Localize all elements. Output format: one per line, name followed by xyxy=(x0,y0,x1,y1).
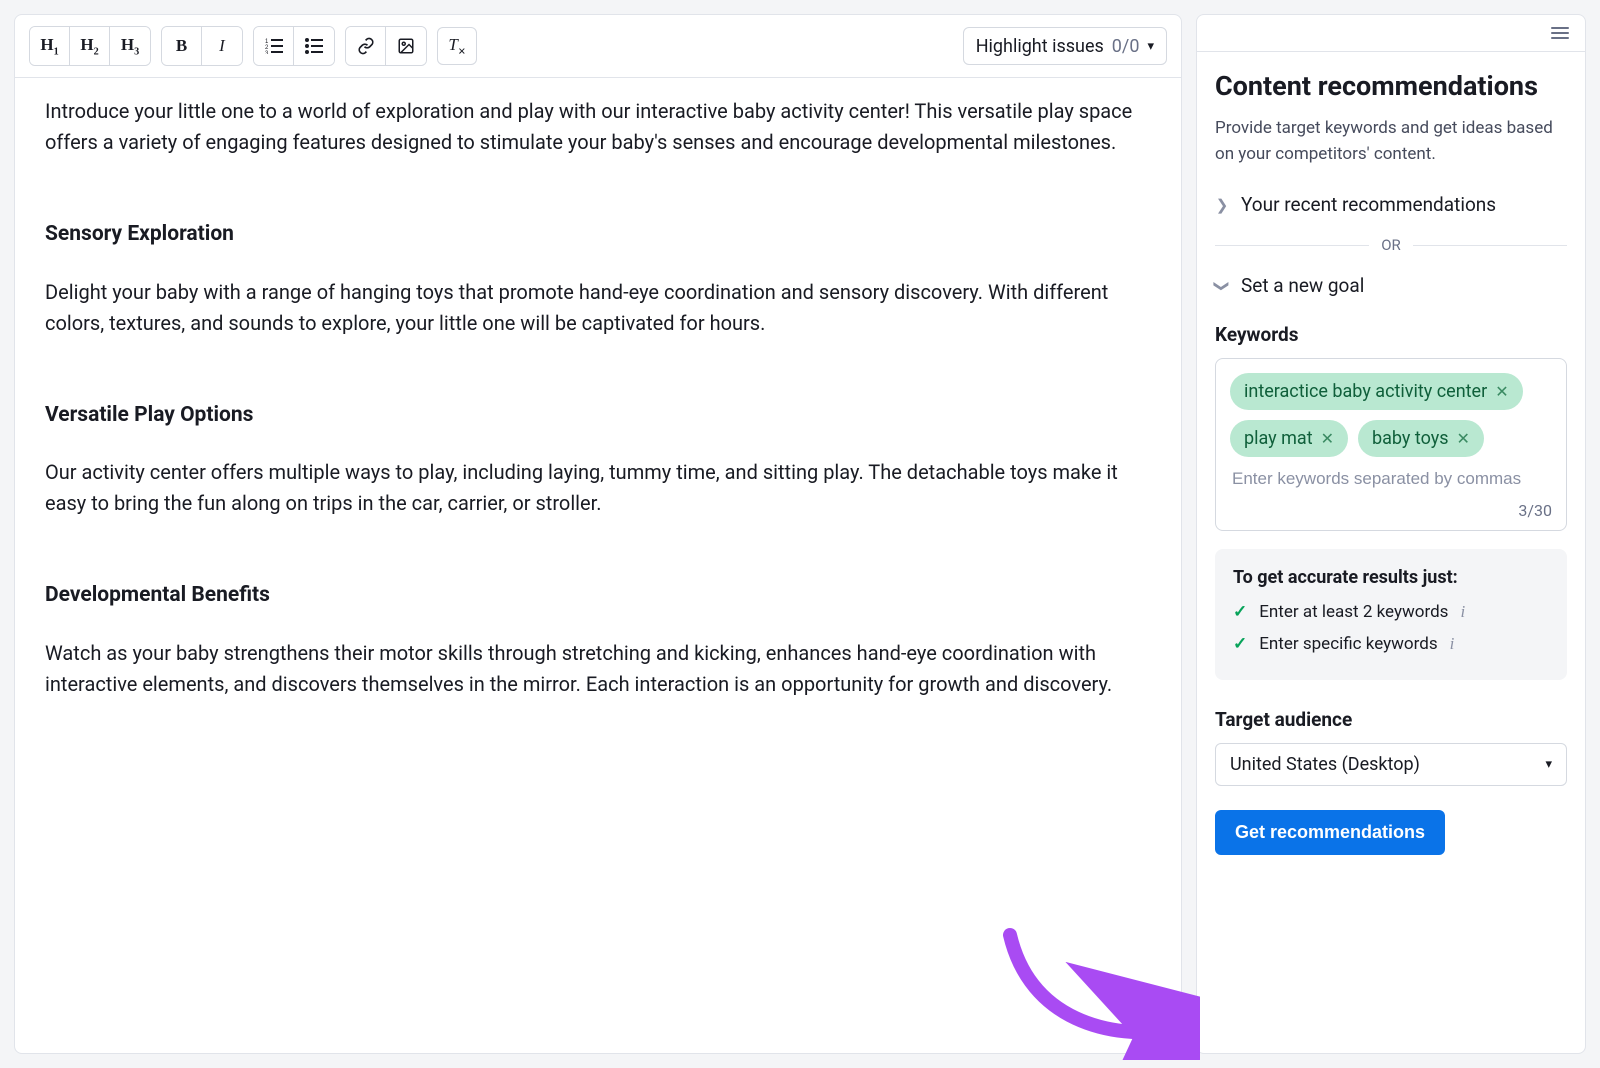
keyword-tag-label: interactice baby activity center xyxy=(1244,381,1487,402)
editor-toolbar: H1 H2 H3 B I 123 xyxy=(15,15,1181,78)
keyword-tag: baby toys ✕ xyxy=(1358,420,1484,457)
editor-paragraph: Introduce your little one to a world of … xyxy=(45,96,1151,158)
ordered-list-icon: 123 xyxy=(265,38,283,54)
heading-group: H1 H2 H3 xyxy=(29,26,151,66)
chevron-down-icon: ▾ xyxy=(1545,757,1552,772)
heading-3-button[interactable]: H3 xyxy=(110,27,150,65)
editor-content[interactable]: Introduce your little one to a world of … xyxy=(15,78,1181,750)
remove-tag-icon[interactable]: ✕ xyxy=(1321,429,1334,448)
highlight-issues-label: Highlight issues xyxy=(976,36,1104,57)
editor-panel: H1 H2 H3 B I 123 xyxy=(14,14,1182,1054)
check-icon: ✓ xyxy=(1233,602,1247,622)
keyword-tag: interactice baby activity center ✕ xyxy=(1230,373,1523,410)
panel-title: Content recommendations xyxy=(1215,70,1567,102)
check-icon: ✓ xyxy=(1233,634,1247,654)
heading-1-button[interactable]: H1 xyxy=(30,27,70,65)
target-audience-select[interactable]: United States (Desktop) ▾ xyxy=(1215,743,1567,786)
bold-button[interactable]: B xyxy=(162,27,202,65)
image-icon xyxy=(397,37,415,55)
editor-heading: Versatile Play Options xyxy=(45,399,1151,432)
or-label: OR xyxy=(1381,236,1401,254)
keywords-input[interactable] xyxy=(1230,457,1552,495)
svg-text:3: 3 xyxy=(265,51,269,54)
clear-format-button[interactable]: T✕ xyxy=(437,27,477,65)
keyword-tag-label: play mat xyxy=(1244,428,1313,449)
unordered-list-button[interactable] xyxy=(294,27,334,65)
info-icon[interactable]: i xyxy=(1460,602,1465,622)
bold-icon: B xyxy=(176,36,187,56)
tips-box: To get accurate results just: ✓ Enter at… xyxy=(1215,549,1567,680)
link-icon xyxy=(357,37,375,55)
list-group: 123 xyxy=(253,26,335,66)
tip-row: ✓ Enter at least 2 keywords i xyxy=(1233,602,1549,622)
keywords-count: 3/30 xyxy=(1518,501,1552,520)
unordered-list-icon xyxy=(305,38,323,54)
italic-icon: I xyxy=(219,36,225,56)
tip-row: ✓ Enter specific keywords i xyxy=(1233,634,1549,654)
editor-heading: Developmental Benefits xyxy=(45,579,1151,612)
h3-icon: H3 xyxy=(121,35,139,57)
remove-tag-icon[interactable]: ✕ xyxy=(1457,429,1470,448)
panel-menu-button[interactable] xyxy=(1551,27,1569,39)
image-button[interactable] xyxy=(386,27,426,65)
insert-group xyxy=(345,26,427,66)
editor-paragraph: Watch as your baby strengthens their mot… xyxy=(45,638,1151,700)
target-audience-label: Target audience xyxy=(1215,708,1567,731)
keyword-tag-label: baby toys xyxy=(1372,428,1449,449)
recommendations-panel: Content recommendations Provide target k… xyxy=(1196,14,1586,1054)
set-new-goal-label: Set a new goal xyxy=(1241,274,1364,297)
h2-icon: H2 xyxy=(80,35,98,57)
chevron-right-icon: ❯ xyxy=(1215,196,1229,214)
set-new-goal-toggle[interactable]: ❯ Set a new goal xyxy=(1215,268,1567,303)
tip-text: Enter at least 2 keywords xyxy=(1259,602,1448,622)
or-divider: OR xyxy=(1215,236,1567,254)
clear-format-icon: T✕ xyxy=(448,35,465,57)
editor-heading: Sensory Exploration xyxy=(45,218,1151,251)
chevron-down-icon: ❯ xyxy=(1213,279,1231,293)
panel-subtitle: Provide target keywords and get ideas ba… xyxy=(1215,116,1567,167)
highlight-issues-count: 0/0 xyxy=(1112,36,1140,57)
side-header xyxy=(1197,15,1585,52)
tips-heading: To get accurate results just: xyxy=(1233,567,1549,588)
info-icon[interactable]: i xyxy=(1450,634,1455,654)
chevron-down-icon: ▾ xyxy=(1147,39,1154,54)
heading-2-button[interactable]: H2 xyxy=(70,27,110,65)
keyword-tags: interactice baby activity center ✕ play … xyxy=(1230,373,1552,457)
recent-recommendations-toggle[interactable]: ❯ Your recent recommendations xyxy=(1215,187,1567,222)
editor-paragraph: Delight your baby with a range of hangin… xyxy=(45,277,1151,339)
keyword-tag: play mat ✕ xyxy=(1230,420,1348,457)
link-button[interactable] xyxy=(346,27,386,65)
keywords-label: Keywords xyxy=(1215,323,1567,346)
editor-paragraph: Our activity center offers multiple ways… xyxy=(45,457,1151,519)
highlight-issues-toggle[interactable]: Highlight issues 0/0 ▾ xyxy=(963,27,1167,65)
keywords-input-box[interactable]: interactice baby activity center ✕ play … xyxy=(1215,358,1567,531)
get-recommendations-button[interactable]: Get recommendations xyxy=(1215,810,1445,855)
h1-icon: H1 xyxy=(40,35,58,57)
target-audience-value: United States (Desktop) xyxy=(1230,754,1420,775)
remove-tag-icon[interactable]: ✕ xyxy=(1495,382,1508,401)
recent-recommendations-label: Your recent recommendations xyxy=(1241,193,1496,216)
italic-button[interactable]: I xyxy=(202,27,242,65)
ordered-list-button[interactable]: 123 xyxy=(254,27,294,65)
style-group: B I xyxy=(161,26,243,66)
tip-text: Enter specific keywords xyxy=(1259,634,1437,654)
